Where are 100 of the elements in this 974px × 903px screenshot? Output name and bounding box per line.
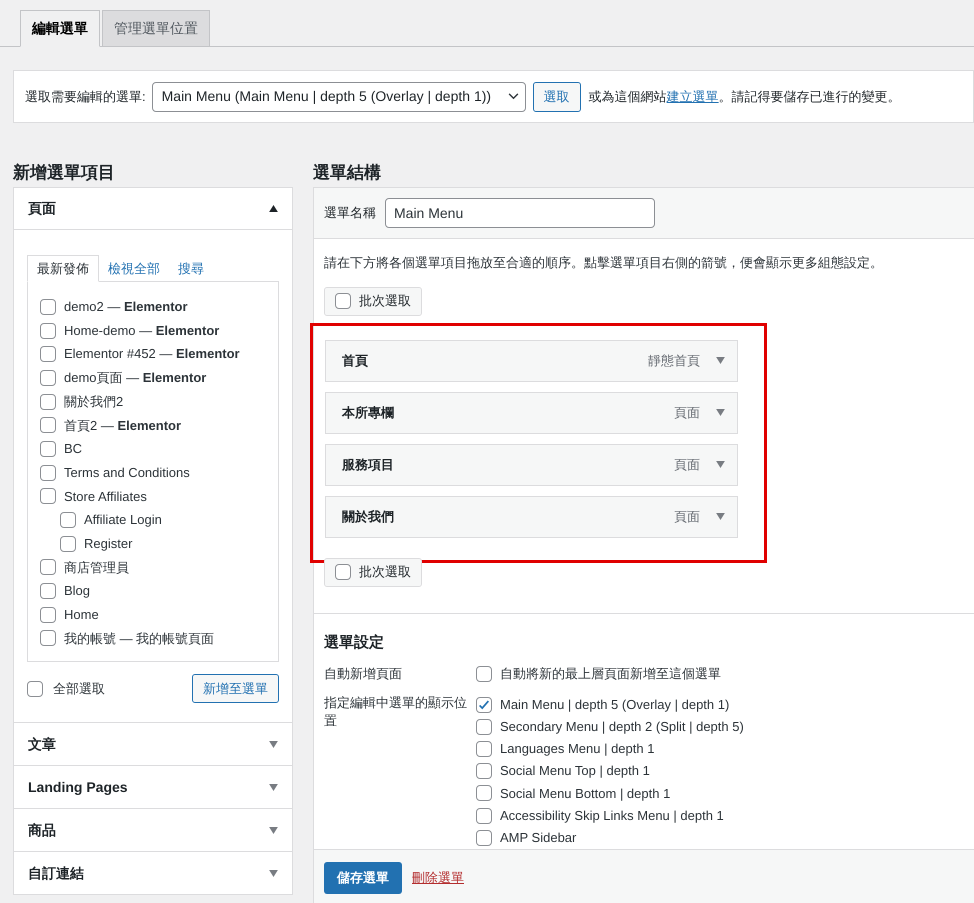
- expand-arrow-icon[interactable]: [716, 409, 725, 416]
- page-label: 關於我們2: [64, 392, 124, 411]
- menu-item-bar[interactable]: 首頁 靜態首頁: [325, 340, 738, 382]
- page-tab[interactable]: 最新發佈: [27, 255, 99, 282]
- checkbox[interactable]: [476, 785, 492, 802]
- accordion-header[interactable]: 自訂連結: [14, 852, 292, 894]
- checkbox[interactable]: [476, 808, 492, 824]
- location-label: Social Menu Top | depth 1: [500, 762, 650, 780]
- menu-item-type: 頁面: [674, 456, 700, 474]
- add-to-menu-button[interactable]: 新增至選單: [192, 674, 279, 703]
- checkbox[interactable]: [40, 583, 56, 600]
- section-heading: 選單結構: [313, 162, 382, 184]
- expand-arrow-icon[interactable]: [716, 357, 725, 364]
- accordion-header[interactable]: 頁面: [14, 188, 292, 230]
- menu-item-bar[interactable]: 服務項目 頁面: [325, 444, 738, 486]
- auto-add-option-label: 自動將新的最上層頁面新增至這個選單: [500, 665, 721, 683]
- menu-item-bar[interactable]: 本所專欄 頁面: [325, 392, 738, 434]
- menu-name-field[interactable]: Main Menu: [385, 198, 655, 228]
- checkbox[interactable]: [40, 630, 56, 646]
- menu-item-type: 靜態首頁: [648, 352, 700, 370]
- expand-arrow-icon[interactable]: [269, 740, 278, 748]
- location-label: Languages Menu | depth 1: [500, 740, 654, 758]
- checkbox[interactable]: [40, 370, 56, 386]
- checkbox[interactable]: [40, 464, 56, 481]
- checkbox[interactable]: [40, 346, 56, 362]
- expand-arrow-icon[interactable]: [716, 513, 725, 520]
- locations-label: 指定編輯中選單的顯示位置: [324, 694, 468, 730]
- page-tab[interactable]: 搜尋: [169, 255, 213, 282]
- checkbox[interactable]: [40, 298, 56, 315]
- menu-item-title: 關於我們: [342, 508, 395, 526]
- page-label: Terms and Conditions: [64, 464, 190, 482]
- tab[interactable]: 管理選單位置: [102, 10, 210, 47]
- location-label: Secondary Menu | depth 2 (Split | depth 5): [500, 718, 744, 736]
- page-label: demo頁面 — Elementor: [64, 369, 206, 388]
- checkbox[interactable]: [40, 417, 56, 434]
- checkbox[interactable]: [335, 564, 351, 580]
- accordion-header[interactable]: Landing Pages: [14, 766, 292, 808]
- page-label: Blog: [64, 582, 90, 600]
- expand-arrow-icon[interactable]: [269, 784, 278, 790]
- checkbox[interactable]: [60, 512, 76, 528]
- checkbox[interactable]: [40, 394, 56, 410]
- checkbox[interactable]: [335, 293, 351, 309]
- menu-item-title: 服務項目: [342, 456, 395, 474]
- checkbox[interactable]: [60, 536, 76, 552]
- checkbox[interactable]: [40, 322, 56, 339]
- page-label: Store Affiliates: [64, 488, 147, 506]
- menu-item-type: 頁面: [674, 508, 700, 526]
- chevron-down-icon: [508, 93, 519, 100]
- page-label: 商店管理員: [64, 558, 129, 577]
- expand-arrow-icon[interactable]: [269, 826, 278, 834]
- checkbox[interactable]: [476, 696, 492, 713]
- location-label: AMP Sidebar: [500, 828, 576, 847]
- expand-arrow-icon[interactable]: [269, 870, 278, 876]
- checkbox[interactable]: [476, 740, 492, 757]
- checkbox[interactable]: [476, 763, 492, 780]
- page-label: demo2 — Elementor: [64, 298, 188, 316]
- expand-arrow-icon[interactable]: [716, 461, 725, 468]
- save-menu-button[interactable]: 儲存選單: [324, 862, 402, 894]
- location-label: Accessibility Skip Links Menu | depth 1: [500, 806, 724, 825]
- accordion-header[interactable]: 商品: [14, 809, 292, 851]
- section-heading: 新增選單項目: [13, 162, 116, 184]
- select-label: 選取需要編輯的選單:: [25, 88, 146, 106]
- page-label: BC: [64, 440, 82, 458]
- page-label: 首頁2 — Elementor: [64, 416, 182, 435]
- checkbox[interactable]: [27, 680, 43, 696]
- checkbox[interactable]: [476, 666, 492, 682]
- checkbox[interactable]: [476, 718, 492, 735]
- menu-item-title: 首頁: [342, 352, 369, 370]
- instructions-text: 請在下方將各個選單項目拖放至合適的順序。點擊選單項目右側的箭號，便會顯示更多組態設定。: [324, 254, 884, 272]
- menu-name-label: 選單名稱: [324, 204, 376, 222]
- page-tab[interactable]: 檢視全部: [99, 255, 169, 282]
- menu-item-type: 頁面: [674, 404, 700, 422]
- create-menu-note: 或為這個網站建立選單。請記得要儲存已進行的變更。: [588, 88, 901, 106]
- menu-item-title: 本所專欄: [342, 404, 395, 422]
- checkbox[interactable]: [40, 606, 56, 623]
- tab[interactable]: 編輯選單: [20, 10, 100, 47]
- create-menu-link[interactable]: 建立選單: [666, 88, 719, 104]
- location-label: Social Menu Bottom | depth 1: [500, 784, 670, 803]
- menu-item-bar[interactable]: 關於我們 頁面: [325, 496, 738, 538]
- select-button[interactable]: 選取: [532, 82, 581, 112]
- page-label: 我的帳號 — 我的帳號頁面: [64, 630, 214, 648]
- page-label: Affiliate Login: [84, 511, 162, 530]
- settings-heading: 選單設定: [324, 632, 385, 652]
- checkbox[interactable]: [40, 440, 56, 457]
- delete-menu-link[interactable]: 刪除選單: [412, 868, 464, 888]
- bulk-select-button[interactable]: 批次選取: [324, 286, 422, 316]
- collapse-arrow-icon[interactable]: [269, 205, 278, 212]
- location-label: Main Menu | depth 5 (Overlay | depth 1): [500, 696, 730, 714]
- checkbox[interactable]: [40, 488, 56, 504]
- page-label: Elementor #452 — Elementor: [64, 345, 240, 364]
- accordion-header[interactable]: 文章: [14, 723, 292, 765]
- select-all-label: 全部選取: [53, 680, 105, 698]
- page-label: Home-demo — Elementor: [64, 322, 220, 340]
- auto-add-label: 自動新增頁面: [324, 665, 403, 683]
- page-label: Register: [84, 534, 132, 553]
- checkbox[interactable]: [476, 830, 492, 846]
- checkbox[interactable]: [40, 559, 56, 576]
- page-label: Home: [64, 606, 99, 624]
- bulk-select-button[interactable]: 批次選取: [324, 558, 422, 586]
- menu-dropdown[interactable]: Main Menu (Main Menu | depth 5 (Overlay | depth 1)): [152, 82, 526, 112]
